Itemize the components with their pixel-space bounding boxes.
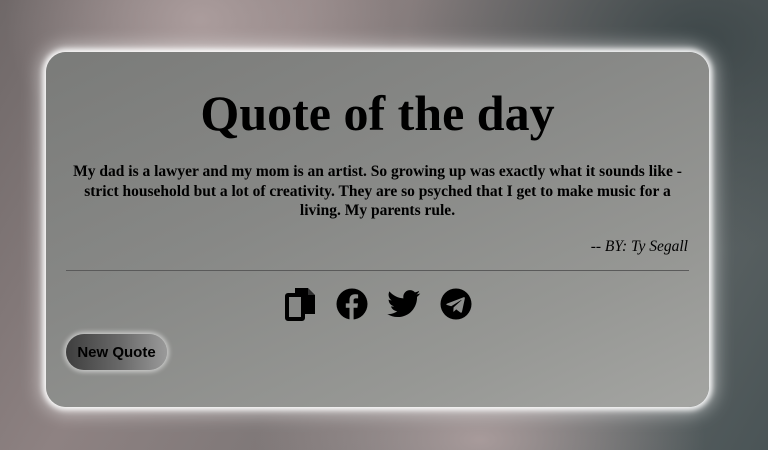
quote-card: Quote of the day My dad is a lawyer and … [46, 52, 709, 407]
page-title: Quote of the day [200, 85, 555, 141]
share-icons [283, 287, 473, 321]
divider [66, 270, 689, 271]
new-quote-button[interactable]: New Quote [66, 334, 167, 370]
telegram-icon[interactable] [439, 287, 473, 321]
quote-author: -- BY: Ty Segall [590, 238, 688, 255]
quote-text: My dad is a lawyer and my mom is an arti… [73, 163, 682, 219]
twitter-icon[interactable] [387, 287, 421, 321]
copy-icon[interactable] [283, 287, 317, 321]
facebook-icon[interactable] [335, 287, 369, 321]
